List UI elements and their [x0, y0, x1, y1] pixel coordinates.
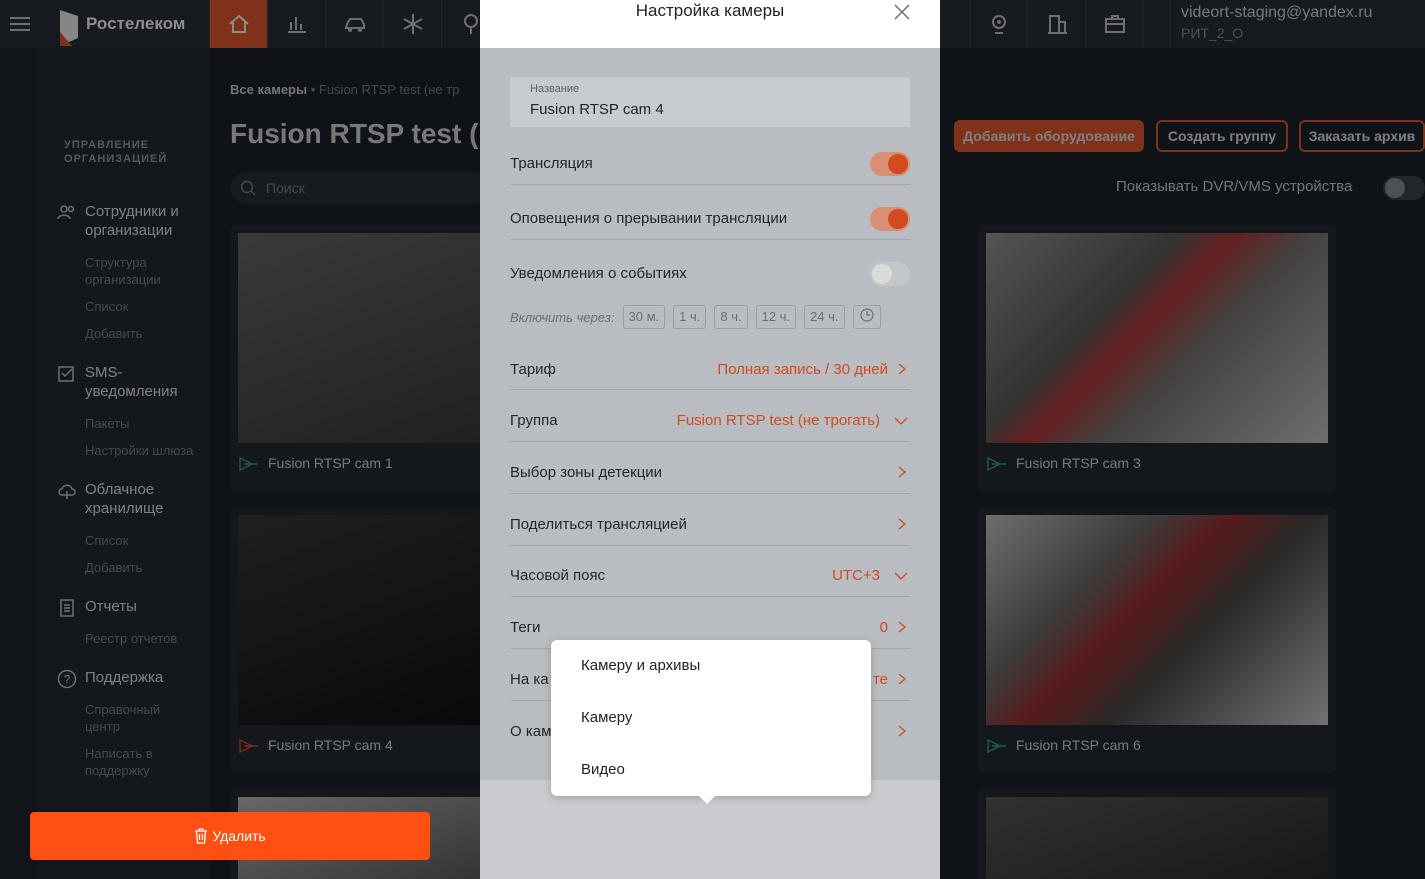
- camera-name-field[interactable]: Название Fusion RTSP cam 4: [510, 77, 910, 127]
- group-row[interactable]: Группа Fusion RTSP test (не трогать): [510, 397, 910, 442]
- camera-name-label: Название: [530, 83, 580, 95]
- event-notifications-label: Уведомления о событиях: [510, 265, 687, 282]
- tags-value: 0: [879, 619, 888, 636]
- streaming-toggle[interactable]: [870, 152, 910, 176]
- delete-camera-and-archives-option[interactable]: Камеру и архивы: [581, 657, 700, 674]
- chevron-right-icon: [898, 673, 907, 685]
- delete-video-option[interactable]: Видео: [581, 761, 625, 778]
- interrupt-alerts-toggle[interactable]: [870, 207, 910, 231]
- close-icon[interactable]: [892, 2, 912, 22]
- chevron-right-icon: [898, 466, 907, 478]
- duration-30m[interactable]: 30 м.: [622, 305, 666, 329]
- duration-12h[interactable]: 12 ч.: [755, 305, 797, 329]
- tariff-label: Тариф: [510, 361, 556, 378]
- tariff-value: Полная запись / 30 дней: [717, 361, 888, 378]
- delete-camera-option[interactable]: Камеру: [581, 709, 632, 726]
- interrupt-alerts-label: Оповещения о прерывании трансляции: [510, 210, 788, 227]
- map-label: На ка: [510, 671, 549, 688]
- duration-24h[interactable]: 24 ч.: [804, 305, 845, 329]
- share-stream-row[interactable]: Поделиться трансляцией: [510, 501, 910, 546]
- share-stream-label: Поделиться трансляцией: [510, 516, 687, 533]
- about-camera-label: О кам: [510, 723, 552, 740]
- chevron-right-icon: [898, 621, 907, 633]
- duration-8h[interactable]: 8 ч.: [714, 305, 748, 329]
- group-value: Fusion RTSP test (не трогать): [676, 412, 880, 429]
- chevron-right-icon: [898, 725, 907, 737]
- enable-via-row: Включить через: 30 м. 1 ч. 8 ч. 12 ч. 24…: [510, 305, 881, 329]
- detection-zone-row[interactable]: Выбор зоны детекции: [510, 449, 910, 494]
- interrupt-alerts-row: Оповещения о прерывании трансляции: [510, 195, 910, 240]
- group-label: Группа: [510, 412, 558, 429]
- timezone-row[interactable]: Часовой пояс UTC+3: [510, 552, 910, 597]
- delete-options-popup: Камеру и архивы Камеру Видео: [551, 640, 871, 804]
- chevron-right-icon: [898, 363, 907, 375]
- tags-label: Теги: [510, 619, 541, 636]
- modal-title: Настройка камеры: [635, 1, 785, 20]
- event-notifications-toggle[interactable]: [870, 262, 910, 286]
- chevron-down-icon: [894, 417, 908, 425]
- tariff-row[interactable]: Тариф Полная запись / 30 дней: [510, 345, 910, 390]
- clock-icon[interactable]: [852, 305, 881, 329]
- camera-name-value[interactable]: Fusion RTSP cam 4: [530, 101, 664, 118]
- chevron-down-icon: [894, 572, 908, 580]
- enable-via-label: Включить через:: [510, 309, 615, 325]
- detection-zone-label: Выбор зоны детекции: [510, 464, 663, 481]
- map-value: те: [872, 671, 888, 688]
- trash-icon: [195, 828, 208, 844]
- delete-label: Удалить: [212, 828, 266, 844]
- streaming-row: Трансляция: [510, 140, 910, 185]
- modal-header: Настройка камеры: [480, 0, 940, 48]
- event-notifications-row: Уведомления о событиях: [510, 250, 910, 295]
- chevron-right-icon: [898, 518, 907, 530]
- delete-button[interactable]: Удалить: [30, 812, 430, 860]
- streaming-label: Трансляция: [510, 155, 593, 172]
- timezone-value: UTC+3: [832, 567, 880, 584]
- duration-1h[interactable]: 1 ч.: [673, 305, 707, 329]
- timezone-label: Часовой пояс: [510, 567, 606, 584]
